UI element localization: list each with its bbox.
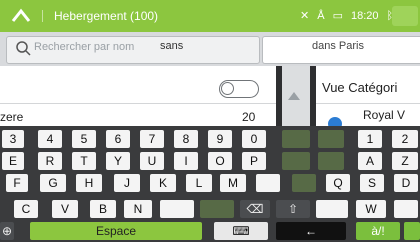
key-h[interactable]: H: [76, 174, 102, 192]
result-name[interactable]: zere: [0, 110, 23, 124]
search-placeholder: Rechercher par nom: [34, 41, 135, 53]
key-i[interactable]: I: [174, 152, 198, 170]
key-4[interactable]: 4: [38, 130, 62, 148]
key-hidden[interactable]: [318, 130, 344, 148]
divider: [316, 103, 420, 104]
category-item[interactable]: Royal V: [363, 108, 405, 122]
gps-icon: Å: [317, 10, 325, 22]
key-j[interactable]: J: [114, 174, 140, 192]
key-hidden[interactable]: [200, 200, 234, 218]
key-b[interactable]: B: [90, 200, 116, 218]
key-6[interactable]: 6: [106, 130, 130, 148]
key-k[interactable]: K: [150, 174, 176, 192]
key-z[interactable]: Z: [392, 152, 418, 170]
divider: [0, 103, 276, 104]
key-u[interactable]: U: [140, 152, 164, 170]
category-header: Vue Catégori: [322, 80, 398, 95]
key-e[interactable]: E: [2, 152, 24, 170]
key-8[interactable]: 8: [174, 130, 198, 148]
symbols-key[interactable]: à/!: [356, 222, 400, 240]
key-l[interactable]: L: [186, 174, 212, 192]
key-p[interactable]: P: [242, 152, 266, 170]
signal-icon: ✕: [300, 10, 310, 22]
key-v[interactable]: V: [52, 200, 78, 218]
key-blank[interactable]: [394, 200, 418, 218]
key-hidden[interactable]: [318, 152, 344, 170]
result-distance: 20: [242, 110, 256, 124]
key-m[interactable]: M: [220, 174, 246, 192]
back-arrow-icon[interactable]: [10, 6, 32, 26]
filter-toggle[interactable]: [219, 80, 259, 98]
shift-key[interactable]: ⇧: [276, 200, 310, 218]
key-w[interactable]: W: [356, 200, 386, 218]
enter-key[interactable]: ←: [276, 222, 346, 240]
key-0[interactable]: 0: [242, 130, 266, 148]
key-5[interactable]: 5: [72, 130, 96, 148]
space-key[interactable]: Espace: [30, 222, 202, 240]
key-hidden[interactable]: [292, 174, 316, 192]
key-t[interactable]: T: [72, 152, 96, 170]
scroll-up-icon[interactable]: [288, 92, 300, 100]
page-title: Hebergement (100): [54, 9, 159, 23]
key-c[interactable]: C: [14, 200, 38, 218]
key-q[interactable]: Q: [326, 174, 350, 192]
key-o[interactable]: O: [208, 152, 232, 170]
globe-icon[interactable]: ⊕: [0, 222, 14, 240]
key-r[interactable]: R: [38, 152, 62, 170]
shift-icon: ⇧: [287, 202, 299, 216]
key-hidden[interactable]: [282, 152, 310, 170]
key-d[interactable]: D: [394, 174, 418, 192]
backspace-key[interactable]: ⌫: [240, 200, 270, 218]
key-9[interactable]: 9: [208, 130, 232, 148]
key-7[interactable]: 7: [140, 130, 164, 148]
key-1[interactable]: 1: [358, 130, 382, 148]
toggle-knob: [221, 82, 234, 95]
search-typed-text: sans: [160, 40, 184, 52]
key-blank[interactable]: [404, 222, 420, 240]
key-hidden[interactable]: [282, 130, 310, 148]
key-3[interactable]: 3: [2, 130, 24, 148]
key-s[interactable]: S: [360, 174, 384, 192]
keyboard-icon[interactable]: ⌨: [214, 222, 268, 240]
key-f[interactable]: F: [6, 174, 28, 192]
menu-button[interactable]: [392, 6, 418, 26]
key-blank[interactable]: [316, 200, 348, 218]
status-icons: ✕ Å ▭ 18:20 ᛒ: [300, 8, 393, 24]
battery-icon: ▭: [332, 10, 343, 22]
location-label: dans Paris: [312, 40, 364, 52]
topbar-divider: [42, 10, 43, 22]
key-blank[interactable]: [160, 200, 194, 218]
key-a[interactable]: A: [358, 152, 382, 170]
key-g[interactable]: G: [40, 174, 66, 192]
key-n[interactable]: N: [124, 200, 152, 218]
key-2[interactable]: 2: [392, 130, 418, 148]
key-y[interactable]: Y: [106, 152, 130, 170]
clock: 18:20: [350, 10, 379, 22]
search-icon: [14, 38, 32, 58]
key-blank[interactable]: [256, 174, 280, 192]
